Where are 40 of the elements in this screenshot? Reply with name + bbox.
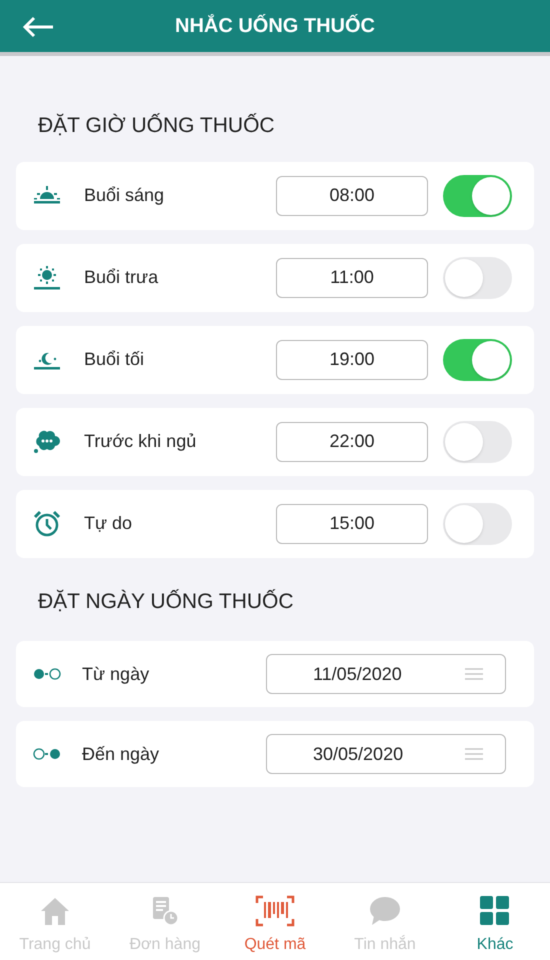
time-field[interactable]: 22:00: [276, 422, 428, 462]
tab-item[interactable]: Quét mã: [220, 883, 330, 960]
time-field[interactable]: 15:00: [276, 504, 428, 544]
time-field[interactable]: 19:00: [276, 340, 428, 380]
tab-item[interactable]: Khác: [440, 883, 550, 960]
date-field[interactable]: 30/05/2020: [266, 734, 506, 774]
reminder-label: Trước khi ngủ: [84, 430, 196, 453]
sun-icon: [33, 266, 61, 290]
range-end-icon: [32, 747, 62, 761]
reminder-toggle[interactable]: [443, 174, 512, 216]
menu-lines-icon: [465, 668, 483, 680]
time-field[interactable]: 08:00: [276, 176, 428, 216]
date-value: 30/05/2020: [313, 742, 404, 766]
reminder-toggle[interactable]: [443, 338, 512, 380]
alarm-clock-icon: [33, 510, 61, 538]
document-clock-icon: [151, 896, 179, 926]
reminder-toggle[interactable]: [443, 502, 512, 544]
sunrise-icon: [33, 184, 61, 206]
reminder-label: Buổi trưa: [84, 266, 158, 289]
section-title: ĐẶT GIỜ UỐNG THUỐC: [38, 112, 276, 139]
reminder-toggle[interactable]: [443, 420, 512, 462]
time-field[interactable]: 11:00: [276, 258, 428, 298]
reminder-label: Tự do: [84, 512, 132, 535]
date-value: 11/05/2020: [313, 662, 402, 686]
chat-bubble-icon: [369, 896, 401, 926]
screen-title: NHẮC UỐNG THUỐC: [175, 13, 375, 39]
date-field[interactable]: 11/05/2020: [266, 654, 506, 694]
range-start-icon: [32, 667, 62, 681]
grid-icon: [480, 896, 510, 926]
reminder-label: Buổi sáng: [84, 184, 164, 207]
thought-bubble-icon: [33, 428, 61, 454]
barcode-scan-icon: [255, 895, 295, 927]
section-title: ĐẶT NGÀY UỐNG THUỐC: [38, 588, 295, 614]
reminder-toggle[interactable]: [443, 256, 512, 298]
date-label: Đến ngày: [82, 742, 160, 766]
back-arrow-icon: [22, 16, 54, 38]
date-label: Từ ngày: [82, 662, 150, 686]
home-icon: [39, 896, 71, 926]
menu-lines-icon: [465, 748, 483, 760]
reminder-label: Buổi tối: [84, 348, 144, 371]
